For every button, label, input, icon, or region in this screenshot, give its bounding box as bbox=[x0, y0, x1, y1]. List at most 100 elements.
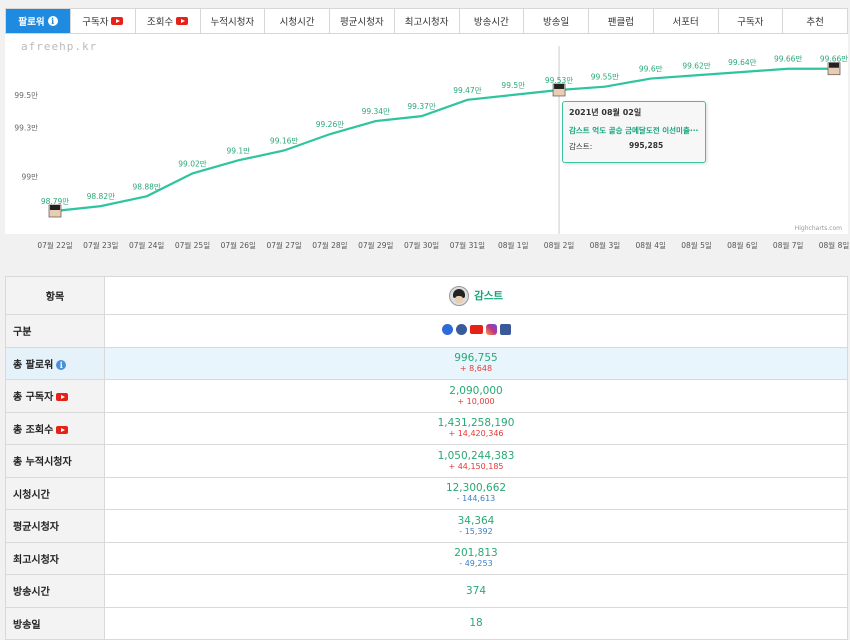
stat-delta: + 8,648 bbox=[459, 364, 493, 374]
stat-delta: - 15,392 bbox=[459, 526, 493, 536]
row-label: 시청시간 bbox=[13, 489, 50, 501]
tab-4[interactable]: 시청시간 bbox=[264, 9, 329, 33]
row-label-cell: 총 팔로워 i bbox=[5, 346, 105, 380]
youtube-icon[interactable] bbox=[469, 324, 483, 334]
afreeca-icon[interactable] bbox=[441, 323, 453, 335]
table-row: 총 조회수 1,431,258,190 + 14,420,346 bbox=[5, 411, 848, 445]
tab-3[interactable]: 누적시청자 bbox=[199, 9, 265, 33]
avatar-marker bbox=[48, 204, 62, 218]
tab-0[interactable]: 팔로워 i bbox=[6, 9, 70, 33]
data-label: 99.53만 bbox=[545, 76, 573, 85]
tab-label: 조회수 bbox=[147, 17, 174, 28]
x-tick-label: 08월 4일 bbox=[635, 240, 666, 250]
data-label: 98.88만 bbox=[132, 182, 160, 191]
tab-9[interactable]: 팬클럽 bbox=[588, 9, 653, 33]
x-tick-label: 08월 2일 bbox=[544, 240, 575, 250]
tab-label: 누적시청자 bbox=[210, 17, 255, 28]
tab-label: 최고시청자 bbox=[404, 17, 449, 28]
row-value-cell: 18 bbox=[104, 606, 848, 640]
x-tick-label: 07월 25일 bbox=[175, 240, 210, 250]
stat-delta: + 14,420,346 bbox=[448, 429, 504, 439]
y-tick-label: 99.3만 bbox=[14, 124, 38, 133]
tab-7[interactable]: 방송시간 bbox=[458, 9, 524, 33]
tab-8[interactable]: 방송일 bbox=[523, 9, 588, 33]
stat-value: 1,050,244,383 bbox=[437, 449, 515, 462]
table-row: 방송일 18 bbox=[5, 606, 848, 640]
stat-delta: - 144,613 bbox=[456, 494, 496, 504]
platform-links bbox=[441, 323, 511, 335]
tab-2[interactable]: 조회수 bbox=[134, 9, 200, 33]
data-label: 99.37만 bbox=[407, 102, 435, 111]
x-tick-label: 07월 31일 bbox=[450, 240, 485, 250]
tab-label: 팬클럽 bbox=[607, 17, 634, 28]
table-row: 평균시청자 34,364- 15,392 bbox=[5, 509, 848, 543]
info-icon[interactable]: i bbox=[47, 16, 58, 26]
table-header-row: 항목 감스트 bbox=[5, 276, 848, 315]
follower-chart: afreehp.kr 99만 99.3만 99.5만 98.79만 07월 22일 98.… bbox=[5, 34, 849, 250]
row-value-cell bbox=[104, 314, 848, 348]
row-label-cell: 총 구독자 bbox=[5, 379, 105, 413]
stat-value: 34,364 bbox=[457, 514, 495, 527]
row-value-cell: 201,813- 49,253 bbox=[104, 541, 848, 575]
bj-name-link[interactable]: 감스트 bbox=[474, 290, 503, 302]
info-icon[interactable]: i bbox=[56, 359, 67, 370]
instagram-icon[interactable] bbox=[485, 323, 497, 335]
tab-1[interactable]: 구독자 bbox=[70, 9, 135, 33]
row-label-cell: 총 누적시청자 bbox=[5, 444, 105, 478]
header-label: 항목 bbox=[5, 276, 105, 315]
data-label: 99.55만 bbox=[591, 73, 619, 82]
row-value-cell: 12,300,662- 144,613 bbox=[104, 476, 848, 510]
youtube-icon bbox=[56, 425, 69, 434]
tab-12[interactable]: 추천 bbox=[782, 9, 847, 33]
table-row: 시청시간 12,300,662- 144,613 bbox=[5, 476, 848, 510]
data-label: 99.6만 bbox=[639, 65, 663, 74]
chart-svg: 99만 99.3만 99.5만 98.79만 07월 22일 98.82만 07월 23일 9… bbox=[14, 46, 849, 250]
row-label: 방송일 bbox=[13, 619, 41, 631]
row-label-cell: 시청시간 bbox=[5, 476, 105, 510]
data-label: 99.34만 bbox=[362, 107, 390, 116]
x-tick-label: 08월 6일 bbox=[727, 240, 758, 250]
stat-value: 1,431,258,190 bbox=[437, 417, 515, 430]
stats-table: 항목 감스트 구분총 팔로워 i 996,755 + 8,648 총 구독자 2,090,… bbox=[5, 276, 848, 640]
tab-6[interactable]: 최고시청자 bbox=[393, 9, 459, 33]
youtube-icon bbox=[111, 17, 124, 25]
row-label: 방송시간 bbox=[13, 587, 50, 599]
stats-tab-bar: 팔로워 i 구독자 조회수 누적시청자 시청시간 평균시청자 최고시청자 방송시간 방송일 팬클럽 서… bbox=[5, 8, 848, 34]
row-value-cell: 34,364- 15,392 bbox=[104, 509, 848, 543]
row-label: 평균시청자 bbox=[13, 522, 59, 534]
row-label: 총 구독자 bbox=[13, 392, 54, 404]
youtube-icon bbox=[56, 393, 69, 402]
tab-5[interactable]: 평균시청자 bbox=[329, 9, 394, 33]
afreeca-bj-icon[interactable] bbox=[455, 323, 467, 335]
data-label: 99.66만 bbox=[820, 55, 848, 64]
x-tick-label: 08월 3일 bbox=[590, 240, 621, 250]
data-label: 99.5만 bbox=[501, 81, 525, 90]
row-value-cell: 1,431,258,190 + 14,420,346 bbox=[104, 411, 848, 445]
data-label: 99.47만 bbox=[453, 86, 481, 95]
table-row: 총 누적시청자 1,050,244,383 + 44,150,185 bbox=[5, 444, 848, 478]
table-row: 총 구독자 2,090,000 + 10,000 bbox=[5, 379, 848, 413]
stat-delta: - 49,253 bbox=[459, 559, 493, 569]
row-value-cell: 2,090,000 + 10,000 bbox=[104, 379, 848, 413]
stat-value: 2,090,000 bbox=[449, 384, 503, 397]
row-label-cell: 최고시청자 bbox=[5, 541, 105, 575]
bj-avatar[interactable] bbox=[448, 285, 469, 306]
data-label: 98.82만 bbox=[87, 192, 115, 201]
row-label-cell: 방송일 bbox=[5, 606, 105, 640]
tab-label: 서포터 bbox=[672, 17, 699, 28]
x-tick-label: 07월 29일 bbox=[358, 240, 393, 250]
row-value-cell: 374 bbox=[104, 574, 848, 608]
table-row: 총 팔로워 i 996,755 + 8,648 bbox=[5, 346, 848, 380]
stat-value: 18 bbox=[469, 617, 483, 630]
avatar-marker bbox=[552, 83, 566, 97]
tab-11[interactable]: 구독자 bbox=[717, 9, 783, 33]
row-label: 구분 bbox=[13, 327, 32, 339]
row-label: 최고시청자 bbox=[13, 554, 59, 566]
tooltip-value-row: 감스트: 995,285 bbox=[569, 141, 699, 152]
facebook-icon[interactable] bbox=[499, 323, 511, 335]
row-label-cell: 구분 bbox=[5, 314, 105, 348]
x-tick-label: 07월 27일 bbox=[266, 240, 301, 250]
y-tick-label: 99.5만 bbox=[14, 91, 38, 100]
tab-10[interactable]: 서포터 bbox=[652, 9, 718, 33]
chart-credits[interactable]: Highcharts.com bbox=[795, 225, 842, 232]
